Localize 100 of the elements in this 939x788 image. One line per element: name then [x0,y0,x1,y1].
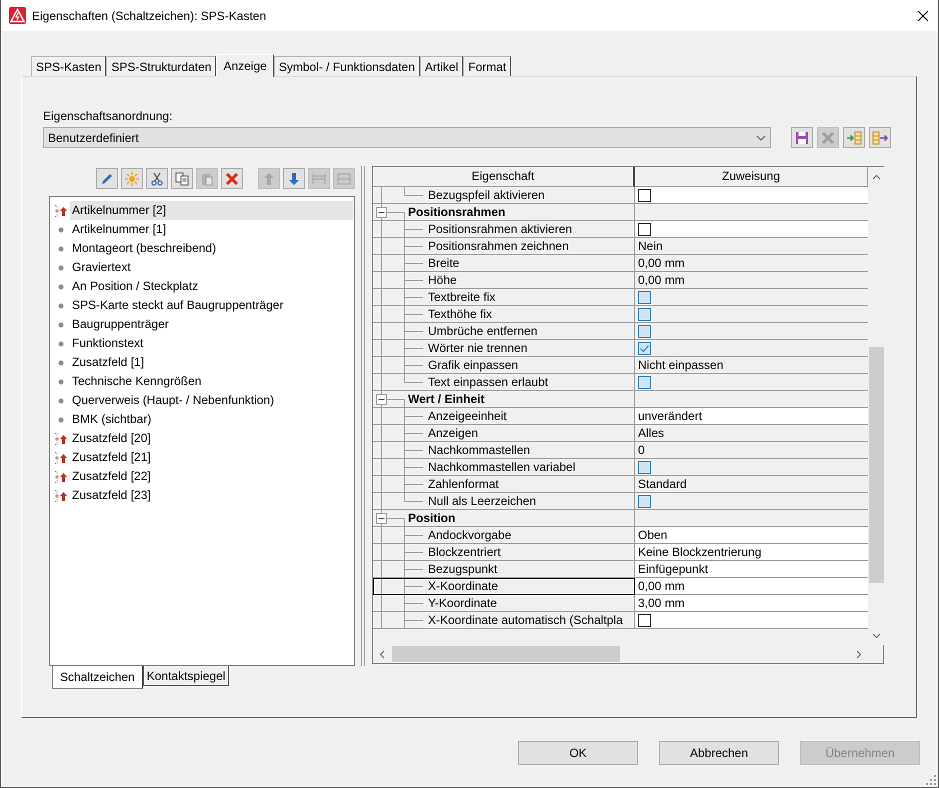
checkbox[interactable] [638,324,651,338]
bullet-icon [58,264,64,270]
property-name: Positionsrahmen aktivieren [428,222,572,236]
property-value[interactable]: Oben [638,528,668,542]
property-value[interactable]: 3,00 mm [638,596,685,610]
list-item[interactable]: Zusatzfeld [20] [70,429,353,448]
bullet-icon [58,360,64,366]
cut-button[interactable] [146,168,168,189]
property-name: Nachkommastellen [428,443,530,457]
bullet-icon [58,340,64,346]
collapse-icon[interactable] [376,394,387,405]
property-name: Blockzentriert [428,545,501,559]
checkbox[interactable] [638,308,651,320]
list-item[interactable]: Zusatzfeld [21] [70,448,353,467]
bullet-icon [58,284,64,290]
tab[interactable]: Symbol- / Funktionsdaten [274,56,420,76]
tab[interactable]: Kontaktspiegel [142,666,230,686]
checkbox[interactable] [638,494,651,508]
property-name: Texthöhe fix [428,307,492,321]
group-title: Wert / Einheit [408,392,484,406]
list-item[interactable]: Artikelnummer [2] [70,201,353,220]
property-name: Wörter nie trennen [428,341,528,355]
list-item[interactable]: Baugruppenträger [70,315,353,334]
list-item[interactable]: Zusatzfeld [23] [70,486,353,505]
property-name: Breite [428,256,460,270]
property-name: Textbreite fix [428,290,496,304]
bullet-icon [58,302,64,308]
app-icon [9,7,26,24]
property-value: Alles [638,426,664,440]
checkbox[interactable] [638,222,651,236]
scroll-right-icon[interactable] [856,650,862,659]
sun-icon [124,170,140,186]
property-value: Nein [638,239,663,253]
property-name: Text einpassen erlaubt [428,375,548,389]
list-item[interactable]: Montageort (beschreibend) [70,239,353,258]
property-name: X-Koordinate [428,579,498,593]
property-name: Zahlenformat [428,477,499,491]
import-icon [846,130,862,146]
tab[interactable]: SPS-Kasten [31,56,106,76]
linked-up-arrow-icon [54,432,68,446]
list-item[interactable]: BMK (sichtbar) [70,410,353,429]
scroll-down-icon[interactable] [872,633,881,639]
arrangement-dropdown[interactable]: Benutzerdefiniert [43,127,771,148]
checkbox[interactable] [638,342,651,354]
tab[interactable]: Schaltzeichen [52,666,143,689]
checkbox[interactable] [638,290,651,304]
tab[interactable]: Artikel [420,56,464,76]
group-title: Positionsrahmen [408,205,506,219]
list-item[interactable]: Querverweis (Haupt- / Nebenfunktion) [70,391,353,410]
tab[interactable]: Format [463,56,512,76]
dialog-button[interactable]: OK [518,741,638,765]
delete-button[interactable] [221,168,243,189]
tab[interactable]: Anzeige [216,54,274,77]
checkbox[interactable] [638,188,651,202]
property-name: Grafik einpassen [428,358,518,372]
export-button[interactable] [869,127,891,148]
save-button[interactable] [791,127,813,148]
list-item[interactable]: Zusatzfeld [1] [70,353,353,372]
frame-icon [336,170,352,186]
copy-button[interactable] [171,168,193,189]
linked-up-arrow-icon [54,204,68,218]
bullet-icon [58,246,64,252]
dialog-button[interactable]: Abbrechen [659,741,779,765]
checkbox[interactable] [638,460,651,474]
property-name: Y-Koordinate [428,596,497,610]
list-item[interactable]: Graviertext [70,258,353,277]
delete-icon [224,170,240,186]
resize-grip-icon[interactable] [926,775,936,785]
checkbox[interactable] [638,614,651,626]
import-button[interactable] [843,127,865,148]
property-value: Nicht einpassen [638,358,724,372]
property-name: Anzeigen [428,426,478,440]
collapse-icon[interactable] [376,207,387,218]
list-item[interactable]: Technische Kenngrößen [70,372,353,391]
property-value: 0 [638,443,645,457]
edit-button[interactable] [96,168,118,189]
property-name: X-Koordinate automatisch (Schaltpla [428,613,623,627]
column-header[interactable]: Zuweisung [635,167,868,187]
property-value: Standard [638,477,687,491]
delete-icon [820,130,836,146]
scroll-up-icon[interactable] [872,174,881,180]
list-item[interactable]: An Position / Steckplatz [70,277,353,296]
linked-up-arrow-icon [54,470,68,484]
column-header[interactable]: Eigenschaft [373,167,635,187]
property-value: 0,00 mm [638,256,685,270]
property-value[interactable]: 0,00 mm [638,579,685,593]
bullet-icon [58,398,64,404]
tab[interactable]: SPS-Strukturdaten [106,56,216,76]
property-name: Höhe [428,273,457,287]
list-item[interactable]: Zusatzfeld [22] [70,467,353,486]
down-button[interactable] [283,168,305,189]
list-item[interactable]: Artikelnummer [1] [70,220,353,239]
linked-up-arrow-icon [54,488,68,502]
list-item[interactable]: Funktionstext [70,334,353,353]
checkbox[interactable] [638,376,651,388]
close-icon[interactable] [917,10,929,22]
list-item[interactable]: SPS-Karte steckt auf Baugruppenträger [70,296,353,315]
scroll-left-icon[interactable] [379,650,385,659]
property-name: Andockvorgabe [428,528,512,542]
collapse-icon[interactable] [376,513,387,524]
